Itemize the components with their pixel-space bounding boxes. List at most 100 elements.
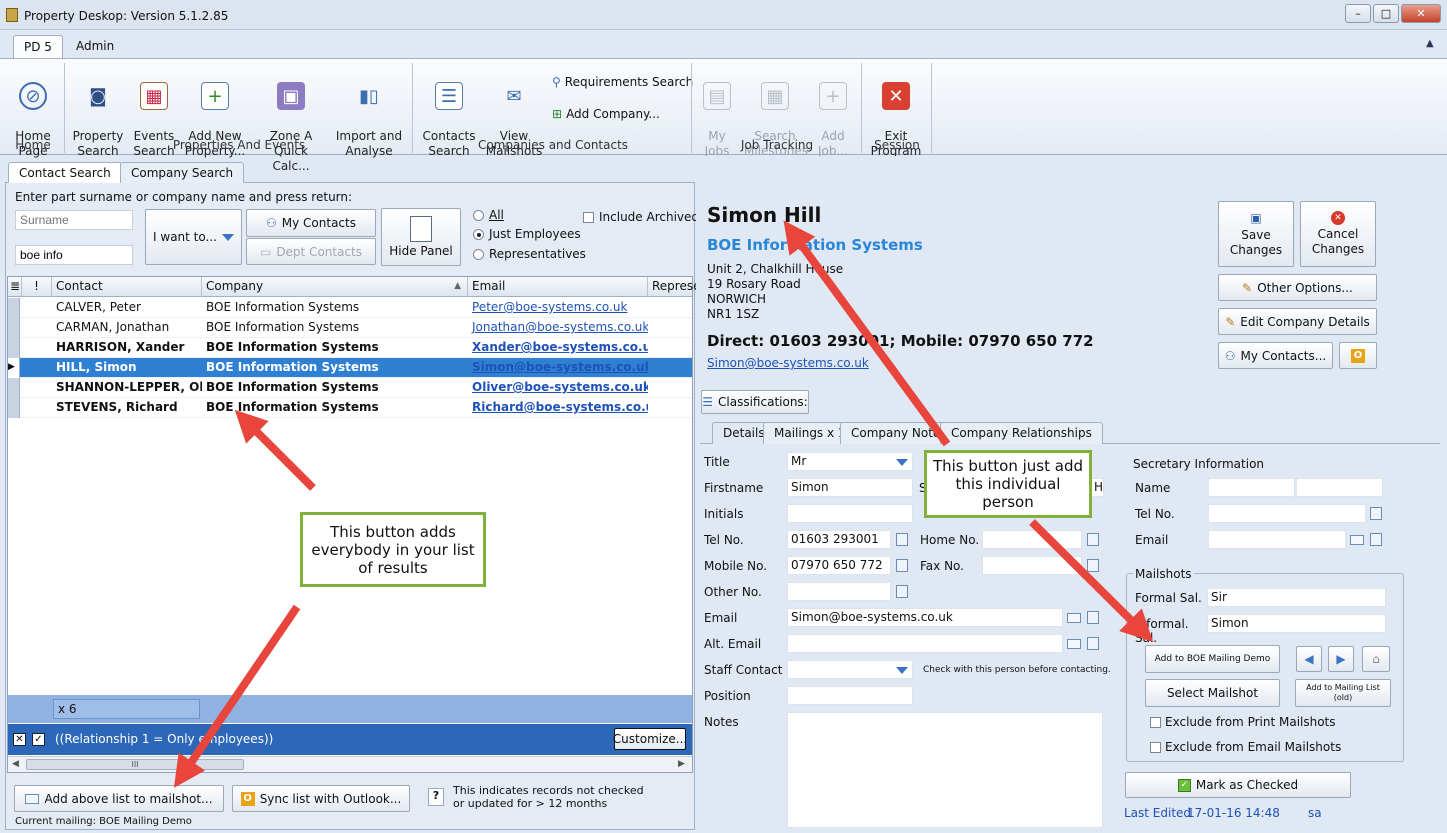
horizontal-scrollbar[interactable]: ◀ III ▶ <box>8 756 692 772</box>
requirements-search-button[interactable]: ⚲ Requirements Search <box>552 75 693 89</box>
add-company-button[interactable]: ⊞ Add Company... <box>552 107 660 121</box>
tab-company-relationships[interactable]: Company Relationships <box>940 422 1103 444</box>
add-to-mailing-list-old-button[interactable]: Add to Mailing List (old) <box>1295 679 1391 707</box>
ribbon-tab-admin[interactable]: Admin <box>66 35 124 58</box>
copy-icon[interactable] <box>1087 637 1099 650</box>
contact-company-link[interactable]: BOE Information Systems <box>707 236 923 254</box>
copy-icon[interactable] <box>1087 533 1099 546</box>
enable-filter-checkbox[interactable]: ✓ <box>32 733 45 746</box>
fax-field[interactable] <box>982 556 1082 575</box>
staff-contact-select[interactable] <box>787 660 913 679</box>
exclude-email-checkbox[interactable]: Exclude from Email Mailshots <box>1150 740 1341 754</box>
table-row[interactable]: STEVENS, Richard BOE Information Systems R… <box>8 398 692 418</box>
edit-company-button[interactable]: ✎ Edit Company Details <box>1218 308 1377 335</box>
row-indicator[interactable] <box>8 338 20 358</box>
my-contacts-filter-button[interactable]: ⚇ My Contacts <box>246 209 376 237</box>
surname-field[interactable]: Hill <box>1090 478 1104 497</box>
add-to-boe-mailing-button[interactable]: Add to BOE Mailing Demo <box>1145 645 1280 673</box>
radio-all[interactable]: All <box>473 208 504 222</box>
save-changes-button[interactable]: ▣ Save Changes <box>1218 201 1294 267</box>
envelope-icon[interactable] <box>1067 639 1081 649</box>
cancel-changes-button[interactable]: ✕ Cancel Changes <box>1300 201 1376 267</box>
initials-field[interactable] <box>787 504 913 523</box>
sync-outlook-button[interactable]: O Sync list with Outlook... <box>232 785 410 812</box>
mark-as-checked-button[interactable]: ✓ Mark as Checked <box>1125 772 1351 798</box>
copy-icon[interactable] <box>1370 507 1382 520</box>
copy-icon[interactable] <box>1370 533 1382 546</box>
envelope-icon[interactable] <box>1067 613 1081 623</box>
cell-email[interactable]: Xander@boe-systems.co.uk <box>468 338 648 358</box>
contact-email-link[interactable]: Simon@boe-systems.co.uk <box>707 356 869 370</box>
email-field[interactable]: Simon@boe-systems.co.uk <box>787 608 1063 627</box>
i-want-to-dropdown[interactable]: I want to... <box>145 209 242 265</box>
scroll-left-icon[interactable]: ◀ <box>12 759 19 769</box>
radio-circle[interactable] <box>473 209 484 221</box>
table-row[interactable]: ▶ HILL, Simon BOE Information Systems Simon… <box>8 358 692 378</box>
cell-email[interactable]: Oliver@boe-systems.co.uk <box>468 378 648 398</box>
dept-contacts-button[interactable]: ▭ Dept Contacts <box>246 238 376 265</box>
column-chooser-icon[interactable]: ≣ <box>8 277 22 297</box>
table-row[interactable]: CALVER, Peter BOE Information Systems Pete… <box>8 298 692 318</box>
envelope-icon[interactable] <box>1350 535 1364 545</box>
customize-button[interactable]: Customize... <box>613 728 687 750</box>
filter-expression[interactable]: ((Relationship 1 = Only employees)) <box>55 732 273 746</box>
zone-a-button[interactable]: ▣ Zone A Quick Calc... <box>254 67 328 174</box>
radio-representatives[interactable]: Representatives <box>473 247 586 261</box>
informal-sal-field[interactable]: Simon <box>1207 614 1386 633</box>
other-no-field[interactable] <box>787 582 891 601</box>
firstname-field[interactable]: Simon <box>787 478 913 497</box>
row-indicator[interactable] <box>8 378 20 398</box>
scroll-right-icon[interactable]: ▶ <box>678 759 685 769</box>
mailing-lock-button[interactable]: ⌂ <box>1362 646 1390 672</box>
table-row[interactable]: HARRISON, Xander BOE Information Systems X… <box>8 338 692 358</box>
checkbox-box[interactable] <box>583 211 594 223</box>
ribbon-tab-pd5[interactable]: PD 5 <box>13 35 63 58</box>
scroll-thumb[interactable]: III <box>26 759 244 770</box>
company-name-input[interactable] <box>15 245 133 265</box>
exclude-print-checkbox[interactable]: Exclude from Print Mailshots <box>1150 715 1336 729</box>
classifications-button[interactable]: ☰ Classifications: <box>701 390 809 414</box>
hide-panel-button[interactable]: Hide Panel <box>381 208 461 266</box>
secretary-name-last-field[interactable] <box>1296 478 1383 497</box>
alt-email-field[interactable] <box>787 634 1063 653</box>
minimize-button[interactable]: – <box>1345 4 1371 23</box>
home-no-field[interactable] <box>982 530 1082 549</box>
cell-email[interactable]: Richard@boe-systems.co.uk <box>468 398 648 418</box>
clear-filter-icon[interactable]: ✕ <box>13 733 26 746</box>
maximize-button[interactable]: □ <box>1373 4 1399 23</box>
copy-icon[interactable] <box>1087 559 1099 572</box>
include-archived-checkbox[interactable]: Include Archived <box>583 210 699 224</box>
secretary-name-first-field[interactable] <box>1208 478 1295 497</box>
cell-email[interactable]: Simon@boe-systems.co.uk <box>468 358 648 378</box>
secretary-tel-field[interactable] <box>1208 504 1366 523</box>
radio-circle[interactable] <box>473 228 484 240</box>
select-mailshot-button[interactable]: Select Mailshot <box>1145 679 1280 707</box>
ribbon-help-icon[interactable]: ▲ <box>1426 38 1434 49</box>
row-indicator[interactable]: ▶ <box>8 358 20 378</box>
checkbox-box[interactable] <box>1150 741 1161 753</box>
copy-icon[interactable] <box>896 585 908 598</box>
table-row[interactable]: CARMAN, Jonathan BOE Information Systems J… <box>8 318 692 338</box>
mobile-field[interactable]: 07970 650 772 <box>787 556 891 575</box>
header-representative[interactable]: Represe <box>648 277 701 297</box>
header-flag[interactable]: ! <box>22 277 52 297</box>
cell-email[interactable]: Jonathan@boe-systems.co.uk <box>468 318 648 338</box>
copy-icon[interactable] <box>1087 611 1099 624</box>
header-contact[interactable]: Contact <box>52 277 202 297</box>
row-indicator[interactable] <box>8 298 20 318</box>
row-indicator[interactable] <box>8 398 20 418</box>
radio-circle[interactable] <box>473 248 484 260</box>
add-list-to-mailshot-button[interactable]: Add above list to mailshot... <box>14 785 224 812</box>
header-email[interactable]: Email <box>468 277 648 297</box>
surname-input[interactable] <box>15 210 133 230</box>
copy-icon[interactable] <box>896 559 908 572</box>
header-company[interactable]: Company ▲ <box>202 277 468 297</box>
position-field[interactable] <box>787 686 913 705</box>
other-options-button[interactable]: ✎ Other Options... <box>1218 274 1377 301</box>
notes-textarea[interactable] <box>787 712 1103 828</box>
copy-icon[interactable] <box>896 533 908 546</box>
tab-company-search[interactable]: Company Search <box>120 162 245 183</box>
formal-sal-field[interactable]: Sir <box>1207 588 1386 607</box>
tab-contact-search[interactable]: Contact Search <box>8 162 122 183</box>
outlook-button[interactable]: O <box>1339 342 1377 369</box>
